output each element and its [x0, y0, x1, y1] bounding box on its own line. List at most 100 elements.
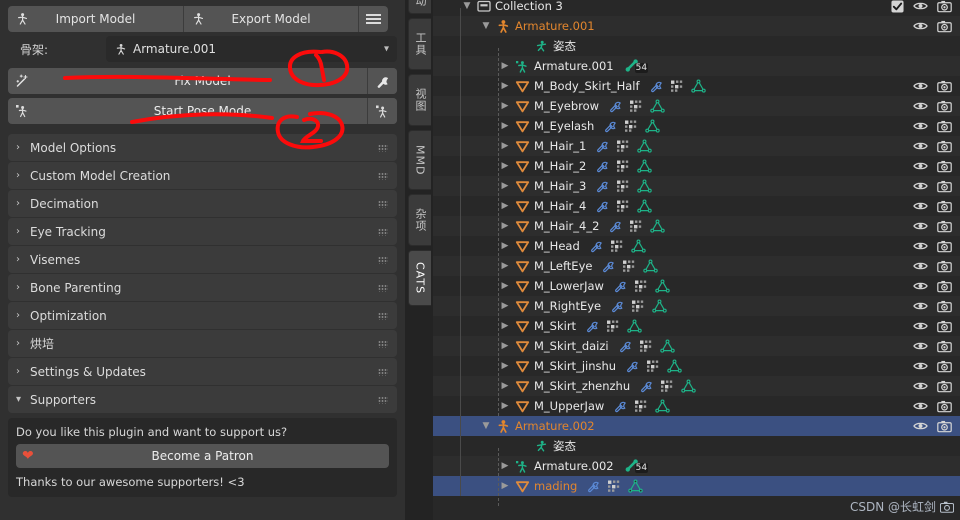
vertex-group-icon[interactable] [639, 339, 653, 353]
disclosure-right-icon[interactable]: ▶ [498, 461, 512, 471]
modifier-wrench-icon[interactable] [613, 279, 627, 293]
section-header-settings-updates[interactable]: › Settings & Updates [8, 358, 397, 385]
mesh-data-icon[interactable] [643, 258, 659, 274]
modifier-wrench-icon[interactable] [595, 179, 609, 193]
eye-icon[interactable] [913, 300, 928, 312]
mesh-data-icon[interactable] [650, 218, 666, 234]
mesh-data-icon[interactable] [655, 278, 670, 294]
section-header-decimation[interactable]: › Decimation [8, 190, 397, 217]
outliner-row[interactable]: ▶ M_Skirt_jinshu [433, 356, 960, 376]
modifier-wrench-icon[interactable] [595, 159, 609, 173]
outliner-row[interactable]: ▼ Armature.001 [433, 16, 960, 36]
vertex-group-icon[interactable] [607, 479, 621, 493]
camera-icon[interactable] [937, 80, 952, 93]
outliner-row[interactable]: ▶ Armature.001 54 [433, 56, 960, 76]
vertex-group-icon[interactable] [622, 259, 636, 273]
mesh-data-icon[interactable] [628, 478, 644, 494]
wrench-icon[interactable] [367, 68, 397, 94]
hamburger-icon[interactable] [358, 6, 388, 32]
outliner-row[interactable]: ▶ M_LeftEye [433, 256, 960, 276]
section-header-visemes[interactable]: › Visemes [8, 246, 397, 273]
eye-icon[interactable] [913, 160, 928, 172]
disclosure-right-icon[interactable]: ▶ [498, 401, 512, 411]
drag-grip-icon[interactable] [378, 396, 388, 403]
become-a-patron-button[interactable]: ❤ Become a Patron [16, 444, 389, 468]
modifier-wrench-icon[interactable] [649, 79, 663, 93]
disclosure-right-icon[interactable]: ▶ [498, 201, 512, 211]
mesh-data-icon[interactable] [659, 338, 675, 354]
outliner-row[interactable]: ▼ Armature.002 [433, 416, 960, 436]
outliner-row[interactable]: ▶ M_UpperJaw [433, 396, 960, 416]
eye-icon[interactable] [913, 200, 928, 212]
vertex-group-icon[interactable] [610, 239, 624, 253]
disclosure-right-icon[interactable]: ▶ [498, 361, 512, 371]
vertex-group-icon[interactable] [629, 99, 643, 113]
eye-icon[interactable] [913, 380, 928, 392]
camera-icon[interactable] [937, 100, 952, 113]
vertex-group-icon[interactable] [646, 359, 660, 373]
mesh-data-icon[interactable] [637, 178, 653, 194]
disclosure-right-icon[interactable]: ▶ [498, 381, 512, 391]
eye-icon[interactable] [913, 280, 928, 292]
camera-icon[interactable] [937, 280, 952, 293]
modifier-wrench-icon[interactable] [639, 379, 653, 393]
camera-icon[interactable] [937, 120, 952, 133]
start-pose-mode-button[interactable]: Start Pose Mode [8, 98, 397, 124]
disclosure-right-icon[interactable]: ▶ [498, 241, 512, 251]
disclosure-right-icon[interactable]: ▶ [498, 81, 512, 91]
modifier-wrench-icon[interactable] [585, 319, 599, 333]
mesh-data-icon[interactable] [637, 158, 653, 174]
camera-icon[interactable] [937, 0, 952, 13]
eye-icon[interactable] [913, 340, 928, 352]
disclosure-right-icon[interactable]: ▶ [498, 101, 512, 111]
eye-icon[interactable] [913, 20, 928, 32]
eye-icon[interactable] [913, 140, 928, 152]
eye-icon[interactable] [913, 220, 928, 232]
eye-icon[interactable] [913, 260, 928, 272]
disclosure-right-icon[interactable]: ▶ [498, 261, 512, 271]
eye-icon[interactable] [913, 120, 928, 132]
section-header-model-options[interactable]: › Model Options [8, 134, 397, 161]
drag-grip-icon[interactable] [378, 368, 388, 375]
camera-icon[interactable] [937, 160, 952, 173]
eye-icon[interactable] [913, 400, 928, 412]
disclosure-right-icon[interactable]: ▶ [498, 321, 512, 331]
modifier-wrench-icon[interactable] [618, 339, 632, 353]
modifier-wrench-icon[interactable] [603, 119, 617, 133]
disclosure-right-icon[interactable]: ▶ [498, 141, 512, 151]
export-model-button[interactable]: Export Model [183, 6, 358, 32]
mesh-data-icon[interactable] [655, 398, 671, 414]
vertex-group-icon[interactable] [631, 299, 645, 313]
camera-icon[interactable] [937, 380, 952, 393]
tab-视图[interactable]: 视图 [408, 74, 431, 126]
tab-动[interactable]: 动 [408, 0, 431, 14]
camera-icon[interactable] [937, 400, 952, 413]
modifier-wrench-icon[interactable] [595, 199, 609, 213]
mesh-data-icon[interactable] [667, 358, 682, 374]
outliner-row[interactable]: ▶ M_Body_Skirt_Half [433, 76, 960, 96]
eye-icon[interactable] [913, 420, 928, 432]
eye-icon[interactable] [913, 320, 928, 332]
drag-grip-icon[interactable] [378, 284, 388, 291]
eye-icon[interactable] [913, 180, 928, 192]
disclosure-right-icon[interactable]: ▶ [498, 341, 512, 351]
disclosure-right-icon[interactable]: ▶ [498, 481, 512, 491]
import-model-button[interactable]: Import Model [8, 6, 183, 32]
outliner-row[interactable]: 姿态 [433, 36, 960, 56]
camera-icon[interactable] [937, 260, 952, 273]
disclosure-down-icon[interactable]: ▼ [479, 21, 493, 31]
drag-grip-icon[interactable] [378, 340, 388, 347]
exclude-checkbox[interactable] [891, 0, 904, 13]
camera-icon[interactable] [937, 360, 952, 373]
outliner-row[interactable]: ▶ M_Hair_1 [433, 136, 960, 156]
modifier-wrench-icon[interactable] [625, 359, 639, 373]
outliner-row[interactable]: ▶ M_Hair_4_2 [433, 216, 960, 236]
drag-grip-icon[interactable] [378, 256, 388, 263]
camera-icon[interactable] [937, 340, 952, 353]
section-header-[interactable]: › 烘培 [8, 330, 397, 357]
outliner-row[interactable]: ▶ M_Eyelash [433, 116, 960, 136]
tab-MMD[interactable]: MMD [408, 130, 431, 190]
vertex-group-icon[interactable] [660, 379, 674, 393]
eye-icon[interactable] [913, 80, 928, 92]
outliner-row[interactable]: ▶ M_Skirt_daizi [433, 336, 960, 356]
